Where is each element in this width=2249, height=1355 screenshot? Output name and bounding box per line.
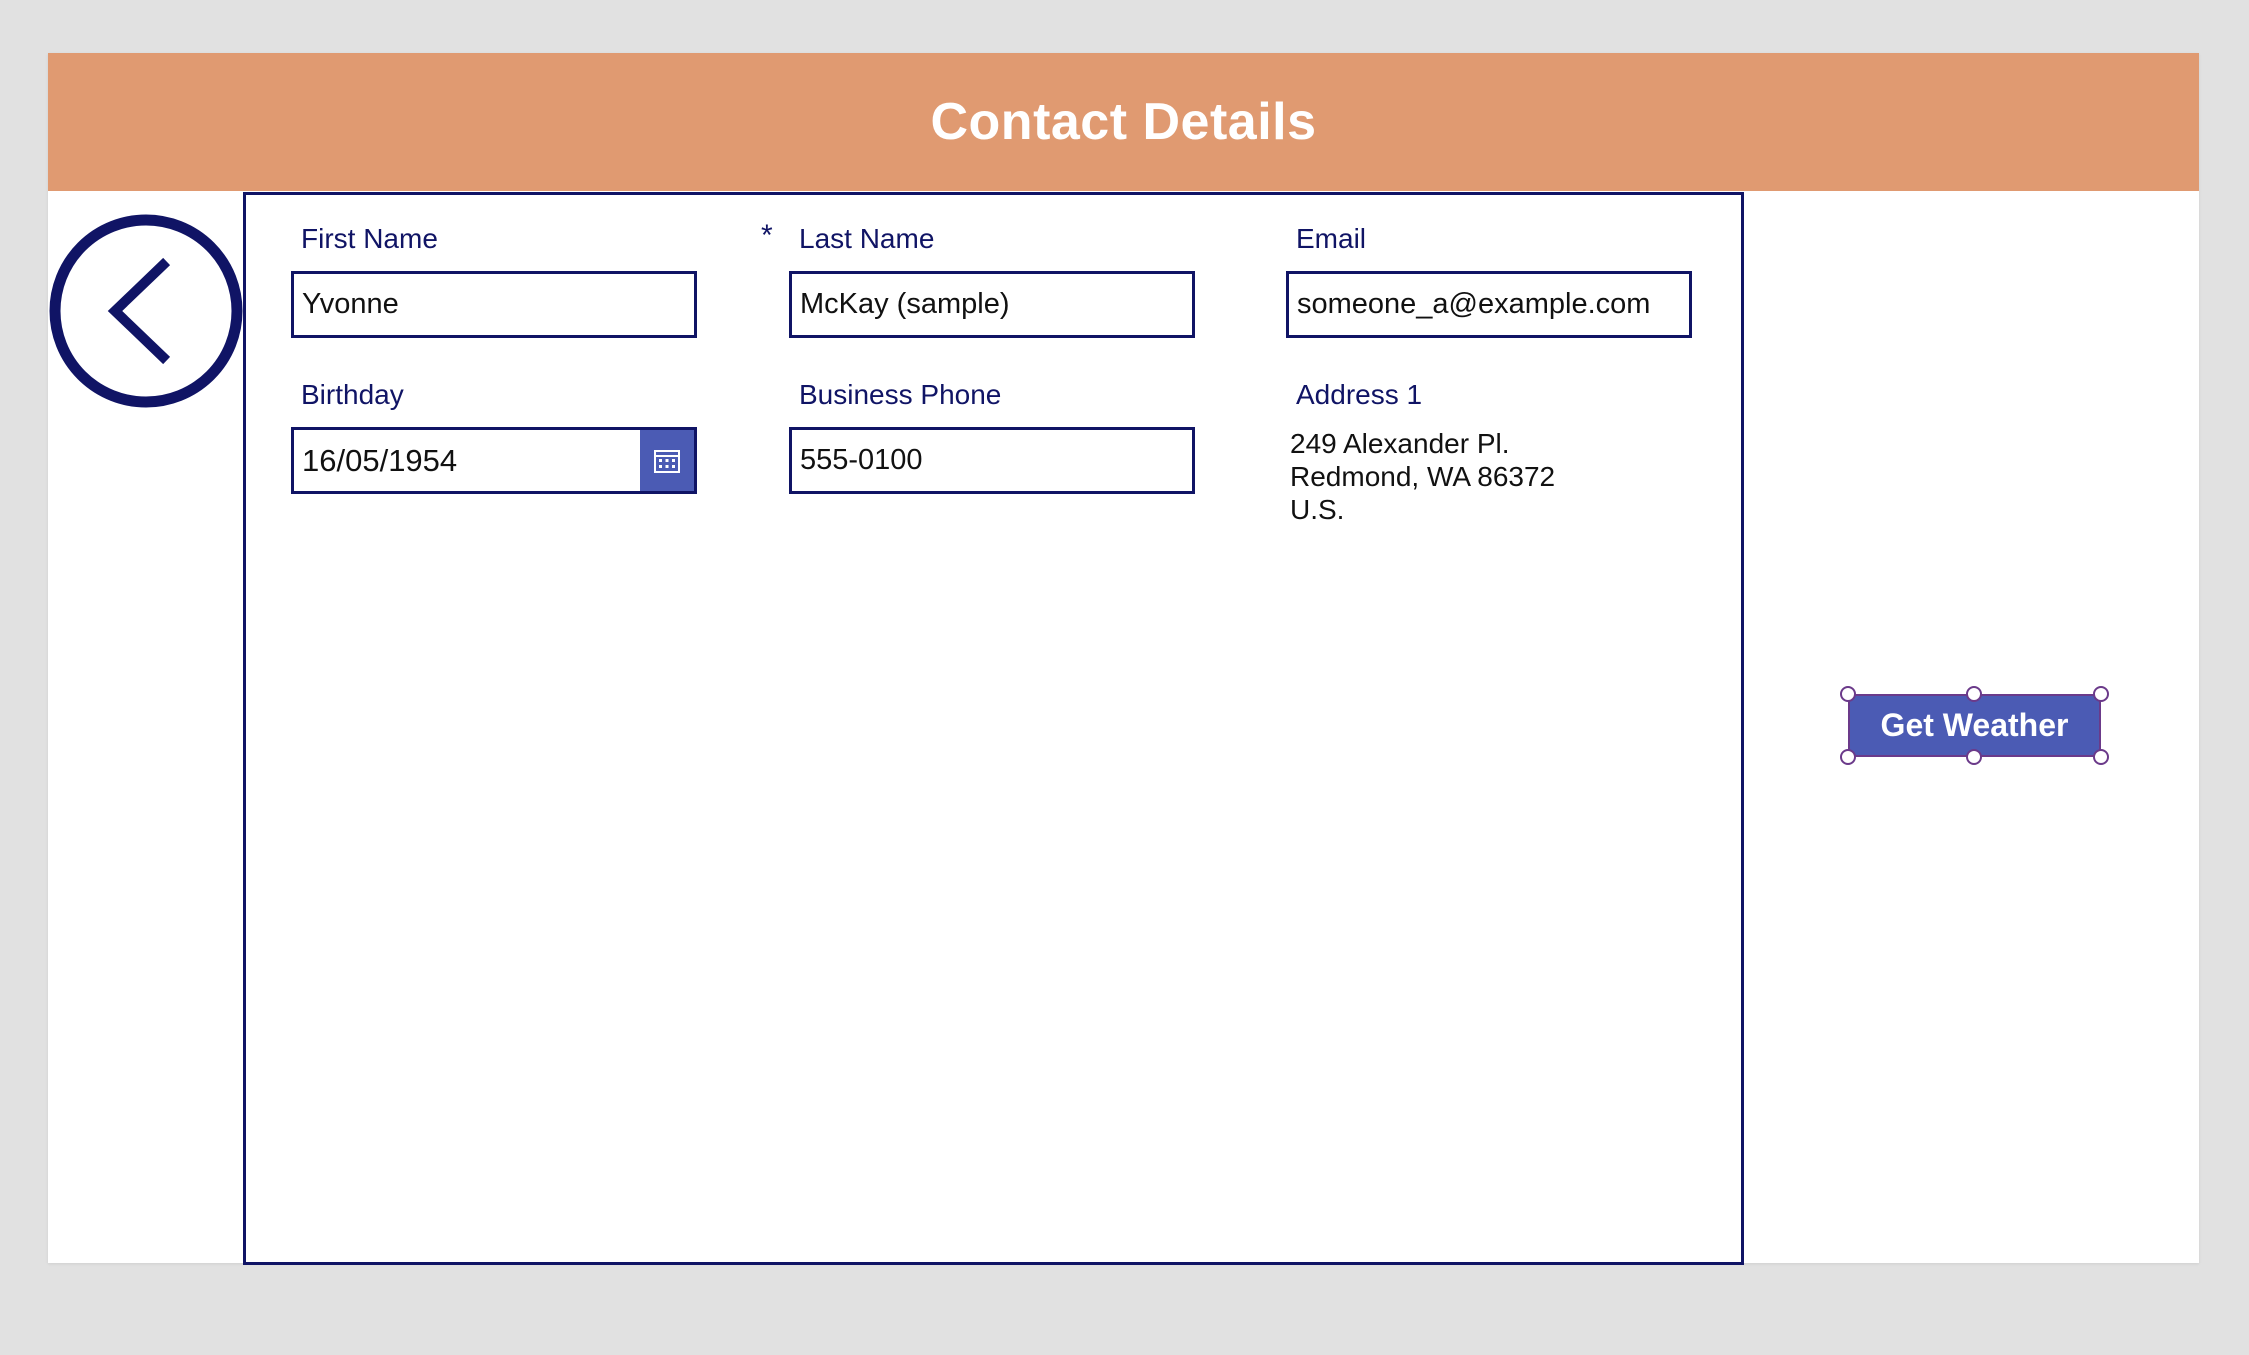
business-phone-input[interactable]: 555-0100 (789, 427, 1195, 494)
back-button[interactable] (48, 213, 244, 409)
edit-form: First Name Yvonne * Last Name McKay (sam… (243, 192, 1744, 1265)
calendar-icon (654, 449, 680, 473)
resize-handle-bottom-center[interactable] (1966, 749, 1982, 765)
resize-handle-bottom-right[interactable] (2093, 749, 2109, 765)
page-title: Contact Details (930, 93, 1317, 151)
resize-handle-bottom-left[interactable] (1840, 749, 1856, 765)
chevron-left-in-circle-icon (49, 214, 243, 408)
first-name-label: First Name (301, 223, 438, 254)
first-name-input[interactable]: Yvonne (291, 271, 697, 338)
last-name-input[interactable]: McKay (sample) (789, 271, 1195, 338)
header-bar: Contact Details (48, 53, 2199, 191)
get-weather-button[interactable]: Get Weather (1848, 694, 2101, 757)
resize-handle-top-left[interactable] (1840, 686, 1856, 702)
business-phone-label: Business Phone (799, 379, 1002, 410)
address-line-2: Redmond, WA 86372 (1290, 461, 1556, 492)
email-input[interactable]: someone_a@example.com (1286, 271, 1692, 338)
required-marker: * (761, 219, 773, 252)
calendar-button[interactable] (640, 430, 694, 491)
app-screen: Contact Details First Name Yvonne * Last… (48, 53, 2199, 1265)
resize-handle-top-center[interactable] (1966, 686, 1982, 702)
email-label: Email (1296, 223, 1367, 254)
address-line-1: 249 Alexander Pl. (1290, 428, 1510, 459)
resize-handle-top-right[interactable] (2093, 686, 2109, 702)
birthday-date-picker[interactable]: 16/05/1954 (291, 427, 697, 494)
get-weather-selection: Get Weather (1840, 686, 2109, 765)
address-value: 249 Alexander Pl. Redmond, WA 86372 U.S. (1290, 427, 1555, 526)
birthday-label: Birthday (301, 379, 404, 410)
address-label: Address 1 (1296, 379, 1423, 410)
birthday-value: 16/05/1954 (302, 442, 458, 478)
last-name-label: Last Name (799, 223, 935, 254)
address-line-3: U.S. (1290, 494, 1345, 525)
